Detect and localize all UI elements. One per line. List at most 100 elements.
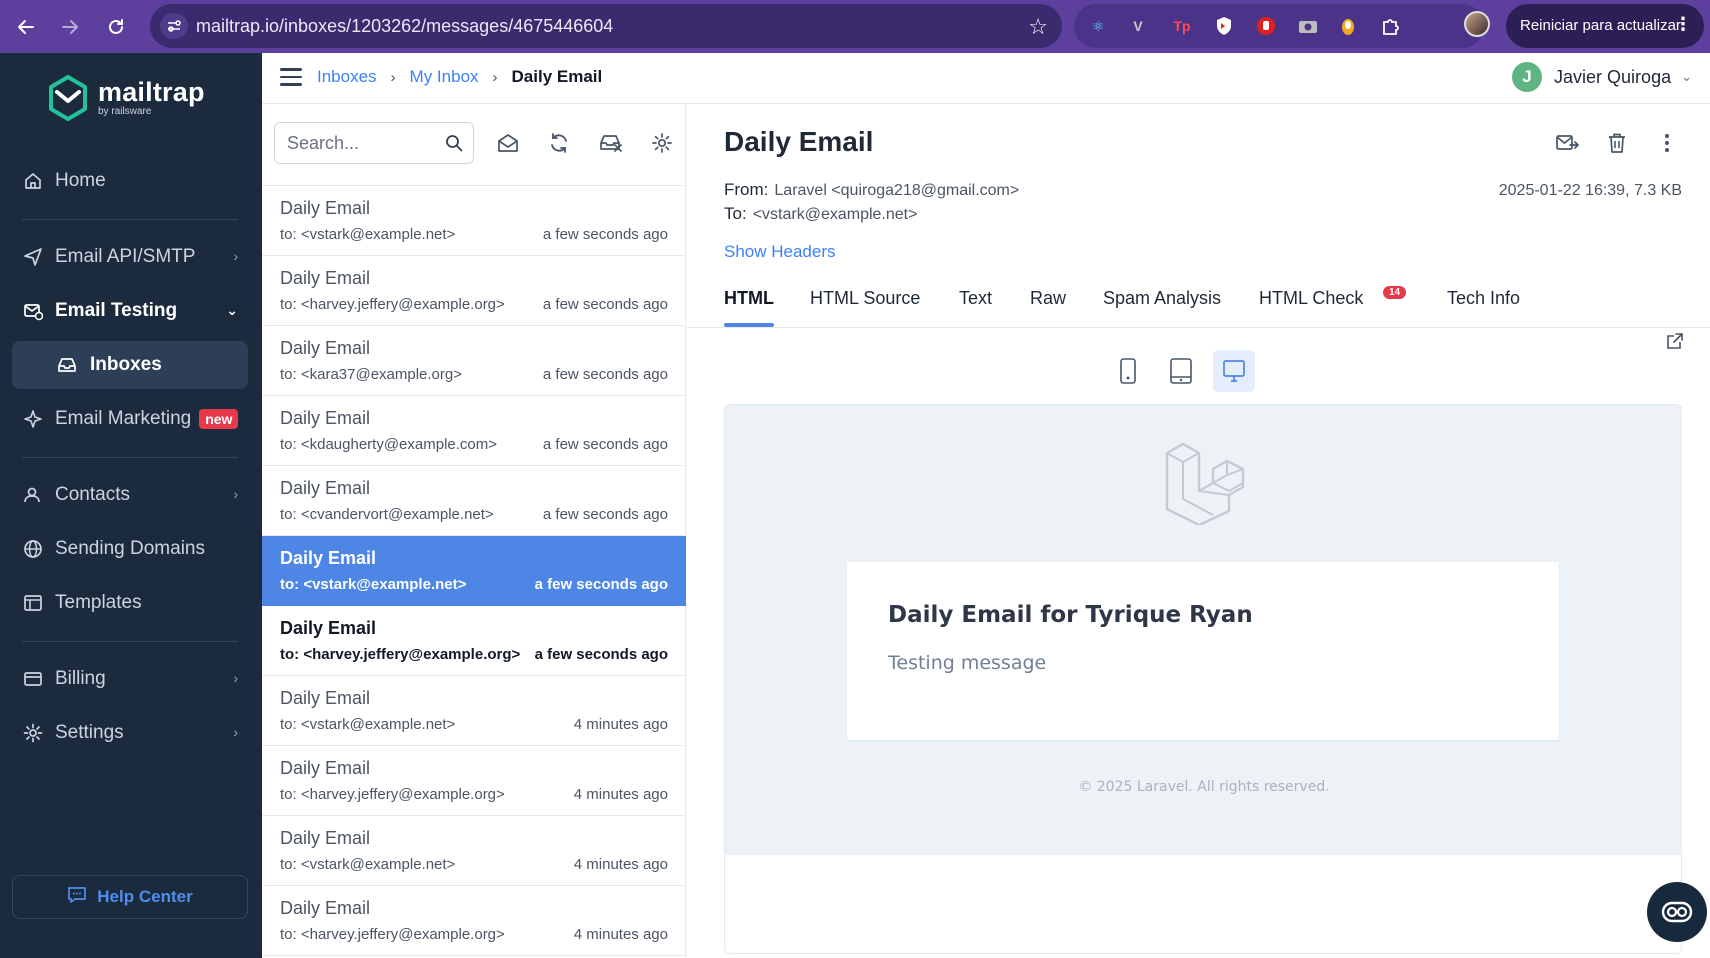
site-info-icon[interactable] bbox=[160, 13, 188, 39]
forward-email-icon[interactable] bbox=[1554, 130, 1580, 156]
mobile-view-icon[interactable] bbox=[1107, 350, 1149, 392]
desktop-view-icon[interactable] bbox=[1213, 350, 1255, 392]
list-item[interactable]: Daily Email to: <kara37@example.org> a f… bbox=[262, 326, 686, 396]
show-headers-link[interactable]: Show Headers bbox=[724, 242, 836, 262]
message-title: Daily Email bbox=[724, 126, 874, 157]
list-item[interactable]: Daily Email to: <vstark@example.net> 4 m… bbox=[262, 816, 686, 886]
list-item[interactable]: Daily Email to: <vstark@example.net> a f… bbox=[262, 186, 686, 256]
back-icon[interactable] bbox=[8, 9, 44, 45]
template-icon bbox=[22, 592, 44, 614]
menu-icon[interactable] bbox=[280, 68, 302, 91]
sidebar-item-label: Settings bbox=[55, 722, 124, 743]
chevron-right-icon: › bbox=[233, 486, 238, 502]
list-item[interactable]: Daily Email to: <harvey.jeffery@example.… bbox=[262, 746, 686, 816]
sidebar-item-billing[interactable]: Billing › bbox=[12, 655, 248, 703]
update-button[interactable]: Reiniciar para actualizar ⋮ bbox=[1506, 4, 1704, 48]
react-devtools-icon[interactable]: ⚛ bbox=[1086, 14, 1110, 38]
address-bar[interactable]: mailtrap.io/inboxes/1203262/messages/467… bbox=[150, 4, 1062, 48]
sidebar-item-email-api[interactable]: Email API/SMTP › bbox=[12, 233, 248, 281]
mailtrap-logo[interactable]: mailtrap by railsware bbox=[48, 75, 205, 121]
message-subject: Daily Email bbox=[280, 548, 377, 568]
puzzle-extensions-icon[interactable] bbox=[1378, 14, 1402, 38]
sidebar-item-templates[interactable]: Templates bbox=[12, 579, 248, 627]
tab-html[interactable]: HTML bbox=[724, 288, 774, 309]
from-value: Laravel <quiroga218@gmail.com> bbox=[774, 182, 1020, 199]
more-vert-icon[interactable] bbox=[1654, 130, 1680, 156]
sidebar-item-label: Email Marketing bbox=[55, 408, 192, 429]
list-item-selected[interactable]: Daily Email to: <vstark@example.net> a f… bbox=[262, 536, 686, 606]
trash-icon[interactable] bbox=[1604, 130, 1630, 156]
home-icon bbox=[22, 170, 44, 192]
device-toggle bbox=[1107, 350, 1266, 392]
list-item[interactable]: Daily Email to: <cvandervort@example.net… bbox=[262, 466, 686, 536]
sidebar-item-contacts[interactable]: Contacts › bbox=[12, 471, 248, 519]
chat-widget-button[interactable] bbox=[1647, 882, 1707, 942]
sidebar-item-email-testing[interactable]: Email Testing ⌄ bbox=[12, 287, 248, 335]
tablet-view-icon[interactable] bbox=[1160, 350, 1202, 392]
mark-read-icon[interactable] bbox=[495, 130, 521, 156]
message-recipient: to: <harvey.jeffery@example.org> bbox=[280, 786, 505, 803]
list-item[interactable]: Daily Email to: <vstark@example.net> 4 m… bbox=[262, 676, 686, 746]
dot-extension-icon[interactable] bbox=[1336, 14, 1360, 38]
breadcrumb-my-inbox[interactable]: My Inbox bbox=[410, 67, 479, 87]
search-icon[interactable] bbox=[445, 134, 463, 157]
message-recipient: to: <kara37@example.org> bbox=[280, 366, 462, 383]
hand-extension-icon[interactable] bbox=[1254, 14, 1278, 38]
sidebar-item-label: Email API/SMTP bbox=[55, 246, 196, 267]
email-card: Daily Email for Tyrique Ryan Testing mes… bbox=[847, 562, 1559, 740]
bookmark-star-icon[interactable]: ☆ bbox=[1028, 14, 1048, 40]
inbox-icon bbox=[56, 354, 78, 376]
sidebar: mailtrap by railsware Home Email API/SMT… bbox=[0, 53, 262, 958]
sidebar-item-home[interactable]: Home bbox=[12, 157, 248, 205]
message-list-pane: Daily Email to: <vstark@example.net> a f… bbox=[262, 104, 686, 958]
message-recipient: to: <vstark@example.net> bbox=[280, 576, 467, 593]
clear-inbox-icon[interactable] bbox=[598, 130, 624, 156]
chat-icon bbox=[67, 886, 87, 909]
email-text: Testing message bbox=[888, 652, 1047, 674]
logo-sub: by railsware bbox=[98, 106, 152, 117]
list-item[interactable]: Daily Email to: <kdaugherty@example.com>… bbox=[262, 396, 686, 466]
search-input[interactable] bbox=[287, 133, 437, 154]
to-value: <vstark@example.net> bbox=[752, 206, 918, 223]
sidebar-item-inboxes[interactable]: Inboxes bbox=[12, 341, 248, 389]
refresh-icon[interactable] bbox=[546, 130, 572, 156]
chevron-down-icon: ⌄ bbox=[1681, 69, 1692, 84]
sidebar-item-sending-domains[interactable]: Sending Domains bbox=[12, 525, 248, 573]
message-subject: Daily Email bbox=[280, 478, 371, 498]
message-time: a few seconds ago bbox=[542, 296, 668, 313]
user-menu[interactable]: J Javier Quiroga ⌄ bbox=[1512, 62, 1692, 92]
list-item[interactable]: Daily Email to: <harvey.jeffery@example.… bbox=[262, 886, 686, 956]
sidebar-item-settings[interactable]: Settings › bbox=[12, 709, 248, 757]
gear-icon[interactable] bbox=[649, 130, 675, 156]
open-new-window-icon[interactable] bbox=[1666, 332, 1684, 355]
list-item[interactable]: Daily Email to: <harvey.jeffery@example.… bbox=[262, 256, 686, 326]
message-time: a few seconds ago bbox=[542, 436, 668, 453]
sidebar-item-email-marketing[interactable]: Email Marketing new bbox=[12, 395, 248, 443]
update-label: Reiniciar para actualizar bbox=[1520, 17, 1681, 34]
breadcrumb-inboxes[interactable]: Inboxes bbox=[317, 67, 377, 87]
forward-icon[interactable] bbox=[52, 9, 88, 45]
tab-text[interactable]: Text bbox=[959, 288, 992, 309]
reload-icon[interactable] bbox=[98, 9, 134, 45]
list-item-unread[interactable]: Daily Email to: <harvey.jeffery@example.… bbox=[262, 606, 686, 676]
chevron-right-icon: › bbox=[390, 68, 396, 86]
to-label: To: bbox=[724, 204, 747, 223]
tab-spam-analysis[interactable]: Spam Analysis bbox=[1103, 288, 1221, 309]
tab-html-check[interactable]: HTML Check bbox=[1259, 288, 1363, 309]
app-header: Inboxes › My Inbox › Daily Email J Javie… bbox=[262, 53, 1710, 104]
message-subject: Daily Email bbox=[280, 758, 371, 778]
tab-raw[interactable]: Raw bbox=[1030, 288, 1066, 309]
more-vert-icon[interactable]: ⋮ bbox=[1674, 14, 1692, 35]
shield-extension-icon[interactable] bbox=[1212, 14, 1236, 38]
message-recipient: to: <vstark@example.net> bbox=[280, 226, 456, 243]
search-box[interactable] bbox=[274, 122, 474, 164]
tp-extension-icon[interactable]: Tp bbox=[1170, 14, 1194, 38]
camera-extension-icon[interactable] bbox=[1296, 14, 1320, 38]
tab-html-source[interactable]: HTML Source bbox=[810, 288, 920, 309]
sparkle-icon bbox=[22, 408, 44, 430]
help-center-button[interactable]: Help Center bbox=[12, 875, 248, 919]
profile-avatar[interactable] bbox=[1464, 11, 1490, 37]
email-preview: Daily Email for Tyrique Ryan Testing mes… bbox=[724, 404, 1682, 954]
vue-devtools-icon[interactable]: V bbox=[1126, 14, 1150, 38]
tab-tech-info[interactable]: Tech Info bbox=[1447, 288, 1520, 309]
